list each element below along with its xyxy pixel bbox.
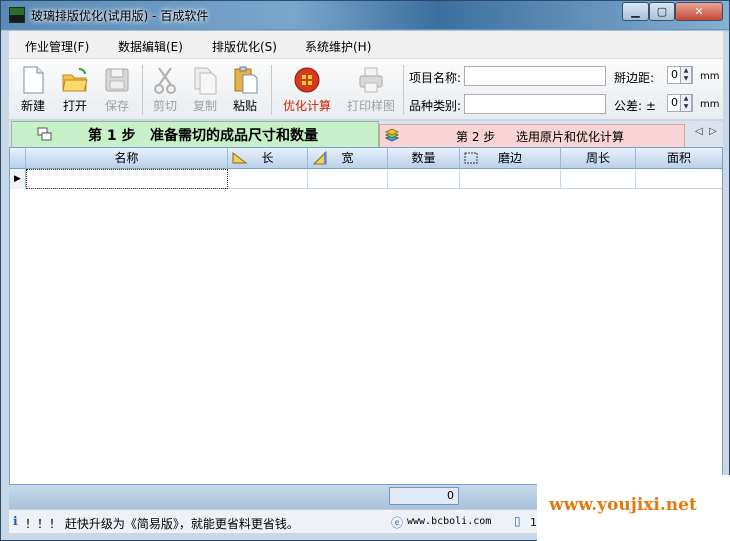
window-title: 玻璃排版优化(试用版) - 百成软件: [31, 9, 209, 23]
tab-step-2-number: 第 2 步: [456, 130, 496, 144]
save-label: 保存: [104, 99, 129, 113]
print-preview-label: 打印样图: [346, 99, 395, 113]
col-header-edging[interactable]: 磨边: [460, 148, 561, 169]
total-quantity: 0: [389, 487, 459, 505]
status-message: ！！！ 赶快升级为《简易版》，就能更省料更省钱。: [25, 517, 299, 531]
cell-name[interactable]: [26, 169, 228, 189]
info-icon: ℹ: [13, 514, 18, 528]
copy-icon: [194, 67, 217, 95]
col-header-perimeter[interactable]: 周长: [561, 148, 636, 169]
paste-label: 粘贴: [232, 99, 257, 113]
variety-label: 品种类别:: [409, 99, 462, 113]
tab-step-1-number: 第 1 步: [88, 128, 136, 144]
cell-perimeter[interactable]: [561, 169, 636, 189]
save-disk-icon: [105, 68, 129, 92]
step-tabs: 第 1 步 准备需切的成品尺寸和数量 第 2 步 选用原片和优化计算 ◁ ▷: [9, 121, 723, 147]
ruler-width-icon: [312, 151, 327, 165]
current-row-indicator-icon: ▶: [10, 169, 26, 189]
scissors-icon: [154, 67, 176, 94]
col-header-length-label: 长: [261, 151, 274, 165]
copy-label: 复制: [192, 99, 217, 113]
new-button[interactable]: 新建: [13, 63, 53, 117]
printer-icon: [359, 67, 383, 93]
toolbar-separator: [403, 65, 404, 115]
toolbar: 新建 打开 保存 剪切 复制 粘贴 优化计算 打印样图 项目名称: 品种类别: …: [9, 59, 723, 119]
watermark: www.youjixi.net: [537, 475, 730, 541]
row-header-corner: [10, 148, 26, 169]
tab-step-2[interactable]: 第 2 步 选用原片和优化计算: [379, 124, 685, 147]
menu-job-management[interactable]: 作业管理(F): [25, 38, 89, 55]
tolerance-spinner-arrows-icon[interactable]: ▲ ▼: [680, 94, 692, 112]
tolerance-unit: mm: [700, 99, 720, 110]
open-button[interactable]: 打开: [55, 63, 95, 117]
close-button[interactable]: ✕: [675, 2, 723, 21]
menu-system-maintenance[interactable]: 系统维护(H): [305, 38, 371, 55]
paste-clipboard-icon: [234, 66, 258, 94]
print-preview-button[interactable]: 打印样图: [343, 63, 399, 117]
menu-data-edit[interactable]: 数据编辑(E): [118, 38, 183, 55]
cell-length[interactable]: [228, 169, 308, 189]
browser-icon: ⓔ: [391, 516, 404, 530]
col-header-length[interactable]: 长: [228, 148, 308, 169]
project-name-label: 项目名称:: [409, 71, 462, 85]
cell-quantity[interactable]: [388, 169, 460, 189]
col-header-quantity[interactable]: 数量: [388, 148, 460, 169]
cell-width[interactable]: [308, 169, 388, 189]
tab-step-1[interactable]: 第 1 步 准备需切的成品尺寸和数量: [11, 121, 379, 147]
toolbar-separator: [271, 65, 272, 115]
title-bar: 玻璃排版优化(试用版) - 百成软件 ▁ ▢ ✕: [1, 1, 729, 29]
open-folder-icon: [62, 68, 88, 92]
col-header-area[interactable]: 面积: [636, 148, 722, 169]
watermark-text: www.youjixi.net: [549, 495, 697, 515]
project-name-input[interactable]: [464, 66, 606, 86]
tab-scroll-right-icon[interactable]: ▷: [709, 126, 717, 137]
col-header-width[interactable]: 宽: [308, 148, 388, 169]
tab-step-2-label: 选用原片和优化计算: [516, 130, 625, 144]
cut-size-grid[interactable]: 名称 长 宽 数量 磨边 周长 面积 ▶: [9, 147, 723, 485]
trim-spinner-arrows-icon[interactable]: ▲ ▼: [680, 66, 692, 84]
cut-button[interactable]: 剪切: [145, 63, 185, 117]
trim-label: 掰边距:: [614, 71, 655, 85]
col-header-name[interactable]: 名称: [26, 148, 228, 169]
toolbar-separator: [142, 65, 143, 115]
edging-frame-icon: [464, 152, 478, 164]
tab-step-1-label: 准备需切的成品尺寸和数量: [150, 128, 318, 144]
tab-scroll-left-icon[interactable]: ◁: [695, 126, 703, 137]
table-row[interactable]: ▶: [10, 169, 722, 189]
glass-stack-icon: [384, 128, 400, 142]
col-header-edging-label: 磨边: [497, 151, 522, 165]
cell-area[interactable]: [636, 169, 722, 189]
trim-unit: mm: [700, 71, 720, 82]
grid-header: 名称 长 宽 数量 磨边 周长 面积: [10, 148, 722, 169]
optimize-label: 优化计算: [282, 99, 331, 113]
save-button[interactable]: 保存: [97, 63, 137, 117]
app-icon: [9, 7, 25, 23]
tolerance-label: 公差: ±: [614, 99, 656, 113]
ruler-length-icon: [232, 151, 248, 164]
app-window: 玻璃排版优化(试用版) - 百成软件 ▁ ▢ ✕ 作业管理(F) 数据编辑(E)…: [0, 0, 730, 541]
optimize-button[interactable]: 优化计算: [279, 63, 335, 117]
phone-icon: ▯: [514, 514, 521, 528]
menu-bar: 作业管理(F) 数据编辑(E) 排版优化(S) 系统维护(H): [9, 31, 723, 59]
cut-label: 剪切: [152, 99, 177, 113]
menu-layout-optimize[interactable]: 排版优化(S): [212, 38, 277, 55]
optimize-globe-icon: [294, 67, 320, 93]
variety-input[interactable]: [464, 94, 606, 114]
new-document-icon: [23, 66, 44, 94]
maximize-button[interactable]: ▢: [649, 2, 675, 21]
status-website-link[interactable]: www.bcboli.com: [407, 516, 491, 527]
col-header-width-label: 宽: [341, 151, 354, 165]
open-label: 打开: [62, 99, 87, 113]
new-label: 新建: [20, 99, 45, 113]
copy-button[interactable]: 复制: [185, 63, 225, 117]
status-phone: 1: [530, 516, 537, 529]
cell-edging[interactable]: [460, 169, 561, 189]
layers-icon: [37, 127, 52, 141]
minimize-button[interactable]: ▁: [622, 2, 649, 21]
paste-button[interactable]: 粘贴: [225, 63, 265, 117]
